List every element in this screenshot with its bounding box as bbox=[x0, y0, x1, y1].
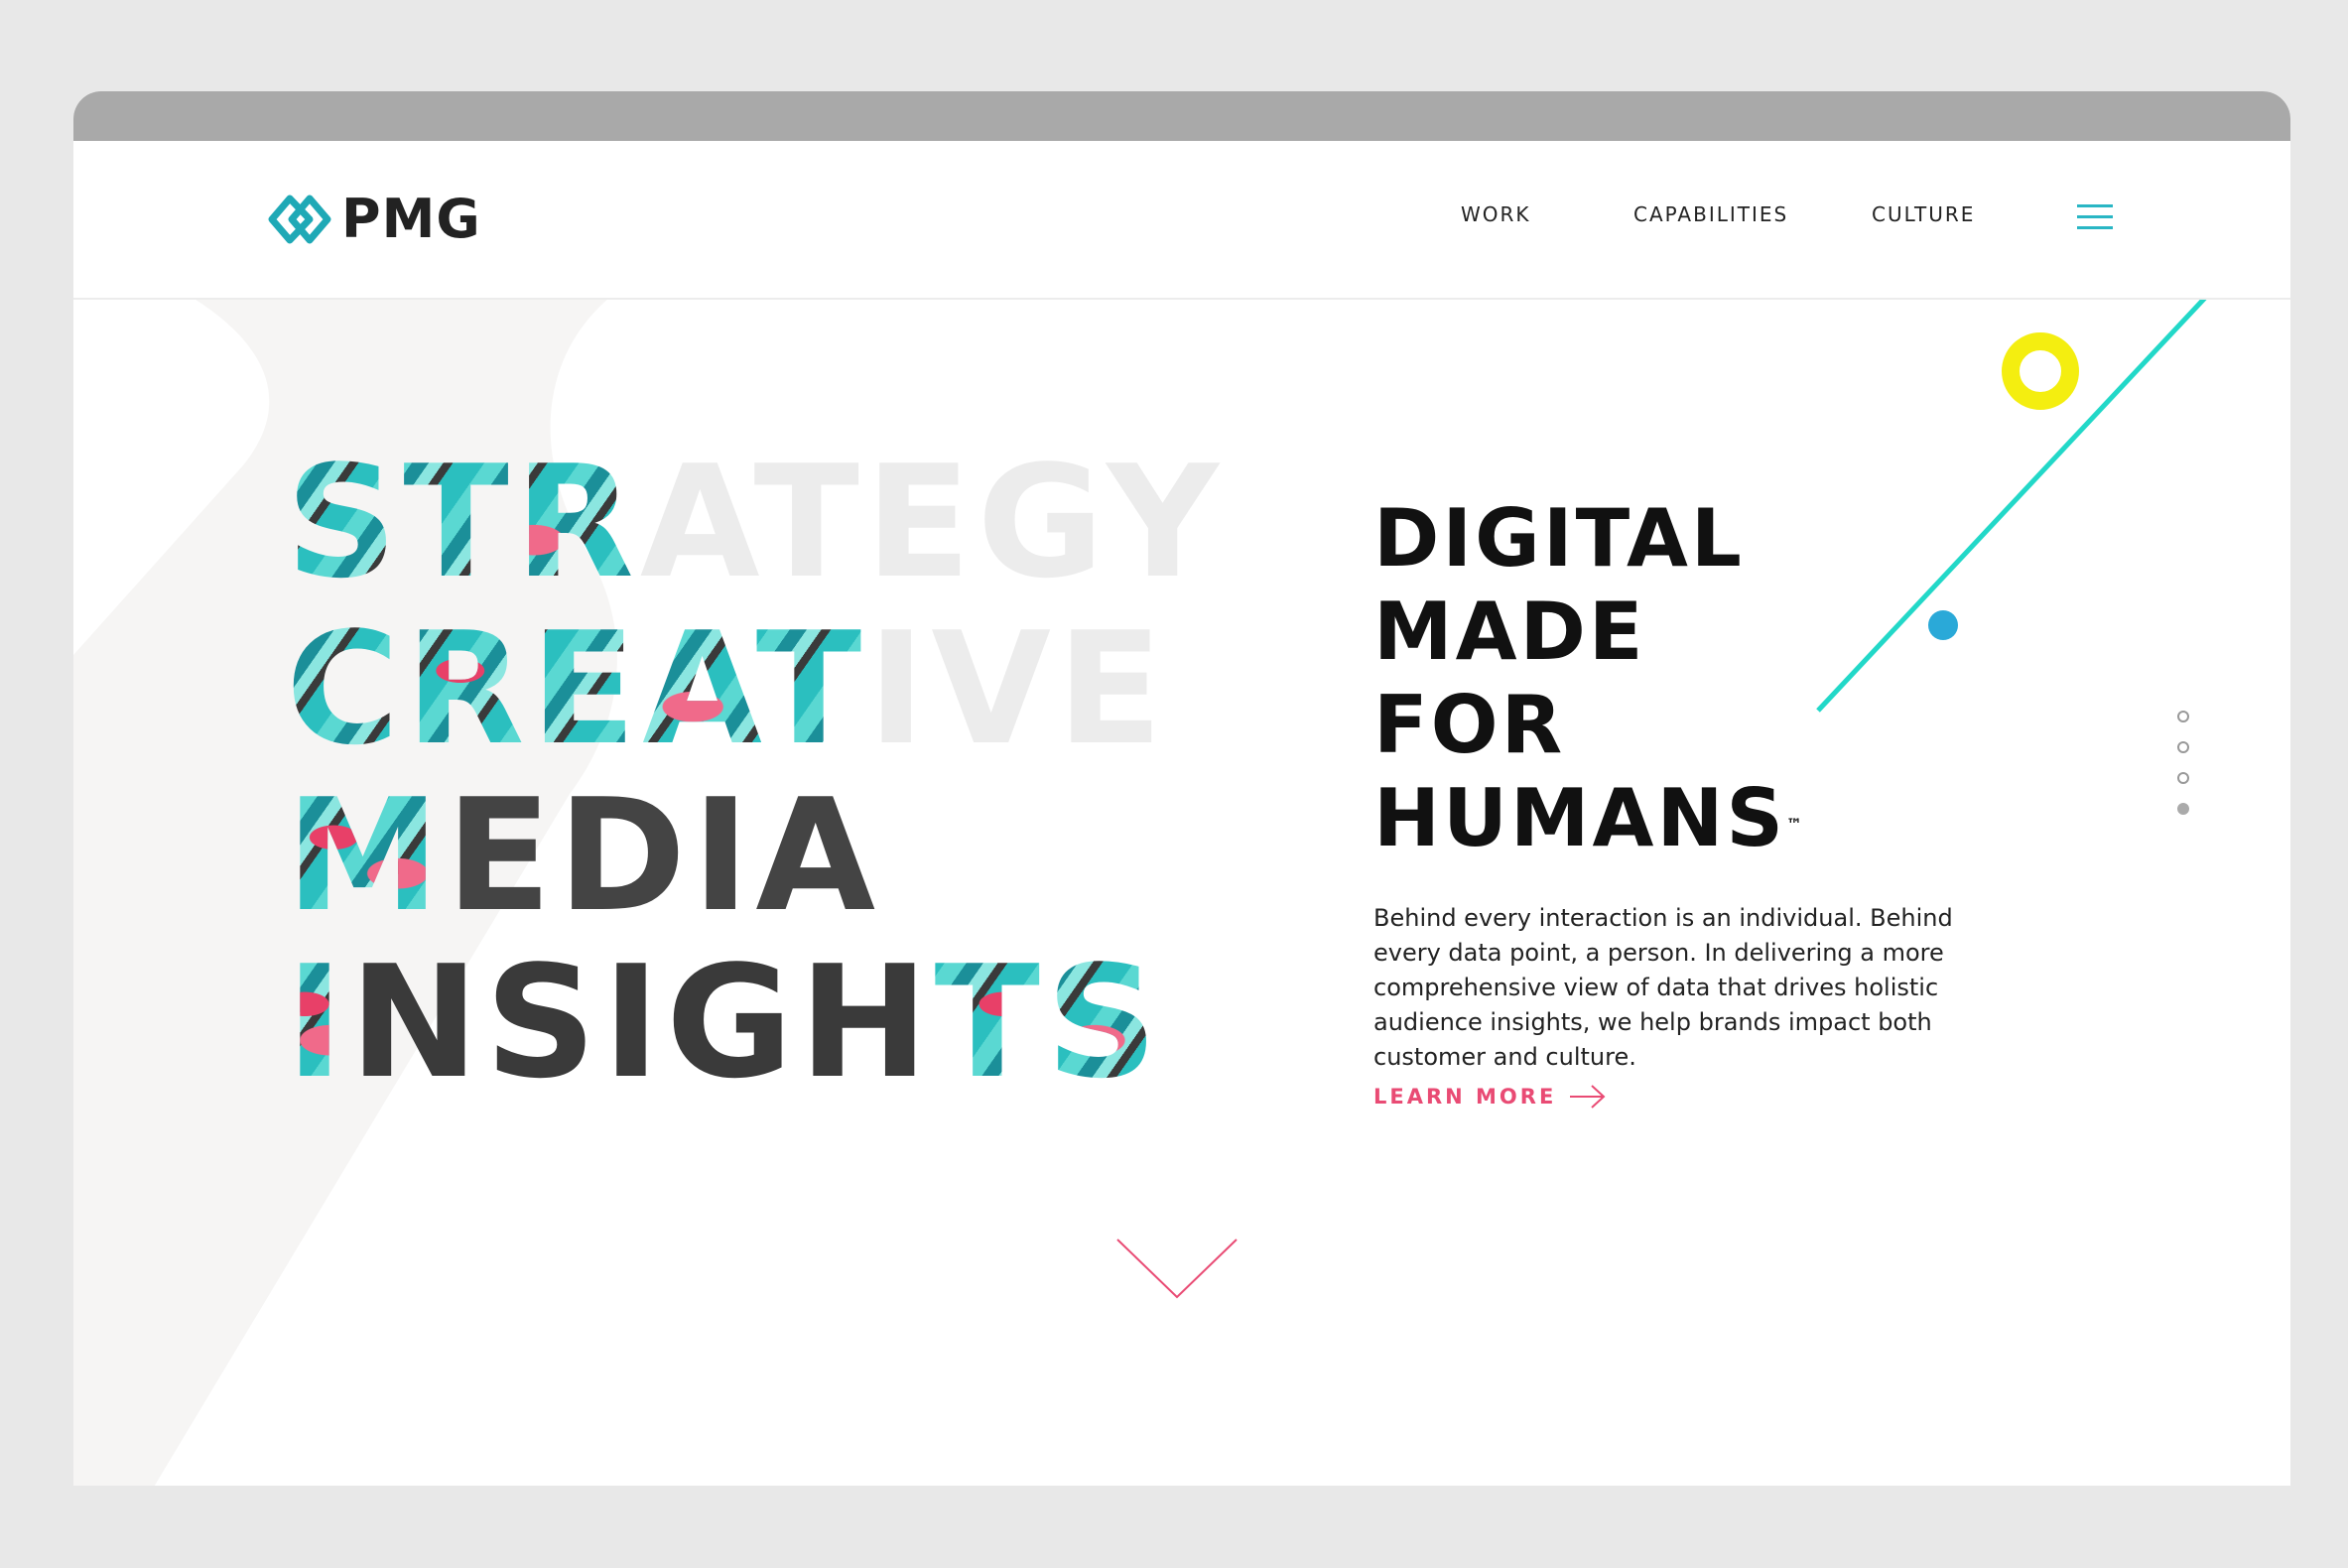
hero-word-stack: STRATEGY CREATIVE MEDIA INSIGHTS bbox=[286, 432, 1225, 1112]
cyan-diagonal-line bbox=[1816, 296, 2207, 713]
headline-line-4: HUMANS™ bbox=[1373, 772, 1802, 865]
blue-dot bbox=[1928, 610, 1958, 640]
headline-line-3: FOR bbox=[1373, 678, 1566, 771]
pagination-dot-3[interactable] bbox=[2177, 772, 2189, 784]
yellow-ring bbox=[2002, 332, 2079, 410]
headline-line-4-text: HUMANS bbox=[1373, 771, 1787, 864]
hero-word-insights-mid: NSIGH bbox=[349, 932, 935, 1112]
hero-body-copy: Behind every interaction is an individua… bbox=[1373, 904, 1953, 1071]
nav-item-culture[interactable]: CULTURE bbox=[1872, 202, 1975, 226]
headline-line-2: MADE bbox=[1373, 585, 1646, 678]
hero-word-creative: CREATIVE bbox=[286, 598, 1225, 779]
slide-pagination bbox=[2177, 711, 2189, 834]
arrow-right-icon bbox=[1570, 1085, 1606, 1109]
hero-headline: DIGITAL MADE FOR HUMANS™ bbox=[1373, 492, 1802, 865]
headline-line-1: DIGITAL bbox=[1373, 491, 1745, 585]
pagination-dot-4[interactable] bbox=[2177, 803, 2189, 815]
hero-word-strategy-rest: ATEGY bbox=[639, 432, 1226, 612]
nav-item-work[interactable]: WORK bbox=[1461, 202, 1531, 226]
learn-more-label: LEARN MORE bbox=[1373, 1085, 1557, 1109]
hero-word-media: MEDIA bbox=[286, 765, 1225, 946]
browser-title-bar bbox=[73, 91, 2290, 141]
hero-word-strategy-highlight: STR bbox=[286, 432, 640, 612]
chevron-down-icon[interactable] bbox=[1115, 1238, 1239, 1301]
learn-more-link[interactable]: LEARN MORE bbox=[1373, 1082, 1608, 1111]
site-header: PMG WORK CAPABILITIES CULTURE bbox=[73, 141, 2290, 300]
browser-window: PMG WORK CAPABILITIES CULTURE STRATEGY C… bbox=[73, 91, 2290, 1486]
hero-word-media-highlight: M bbox=[286, 765, 447, 946]
hero-word-insights-highlight: TS bbox=[934, 932, 1164, 1112]
main-nav: WORK CAPABILITIES CULTURE bbox=[73, 202, 2290, 242]
hero-word-creative-rest: IVE bbox=[867, 598, 1169, 779]
nav-item-capabilities[interactable]: CAPABILITIES bbox=[1633, 202, 1788, 226]
hero-word-insights: INSIGHTS bbox=[286, 932, 1225, 1112]
hero-word-creative-highlight: CREAT bbox=[286, 598, 868, 779]
pagination-dot-1[interactable] bbox=[2177, 711, 2189, 722]
hamburger-menu-icon[interactable] bbox=[2077, 204, 2113, 230]
trademark-symbol: ™ bbox=[1786, 814, 1803, 834]
hero-word-strategy: STRATEGY bbox=[286, 432, 1225, 612]
hero-word-insights-i: I bbox=[286, 932, 350, 1112]
website-viewport: PMG WORK CAPABILITIES CULTURE STRATEGY C… bbox=[73, 141, 2290, 1486]
pagination-dot-2[interactable] bbox=[2177, 741, 2189, 753]
hero-word-media-rest: EDIA bbox=[446, 765, 882, 946]
